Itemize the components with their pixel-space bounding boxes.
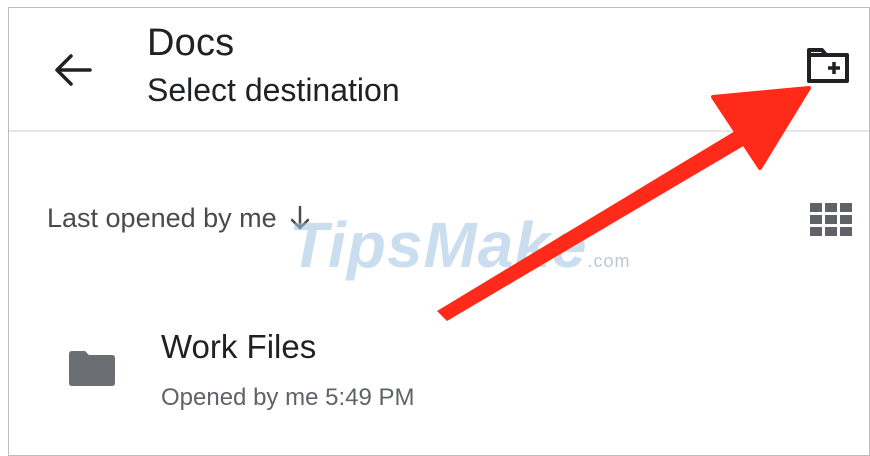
item-title: Work Files bbox=[161, 328, 317, 365]
top-app-bar: Docs Select destination bbox=[9, 8, 869, 132]
watermark-suffix: .com bbox=[587, 251, 631, 271]
grid-view-icon bbox=[810, 203, 852, 236]
sort-label: Last opened by me bbox=[47, 202, 277, 233]
grid-view-button[interactable] bbox=[809, 202, 853, 238]
new-folder-button[interactable] bbox=[801, 42, 855, 88]
arrow-back-icon bbox=[55, 54, 92, 86]
page-subtitle: Select destination bbox=[147, 72, 400, 108]
app-window: Docs Select destination Last opened by m… bbox=[8, 7, 870, 456]
sort-control[interactable]: Last opened by me bbox=[47, 198, 311, 238]
arrow-down-icon bbox=[290, 205, 309, 230]
folder-icon bbox=[69, 351, 115, 386]
folder-plus-icon bbox=[807, 48, 849, 83]
back-button[interactable] bbox=[49, 46, 97, 94]
list-item[interactable]: Work Files Opened by me 5:49 PM bbox=[9, 308, 869, 428]
page-title: Docs bbox=[147, 22, 235, 64]
title-block: Docs Select destination bbox=[147, 20, 400, 110]
watermark-text: TipsMake bbox=[289, 209, 588, 281]
item-meta: Opened by me 5:49 PM bbox=[161, 384, 415, 411]
watermark: TipsMake.com bbox=[289, 208, 631, 282]
